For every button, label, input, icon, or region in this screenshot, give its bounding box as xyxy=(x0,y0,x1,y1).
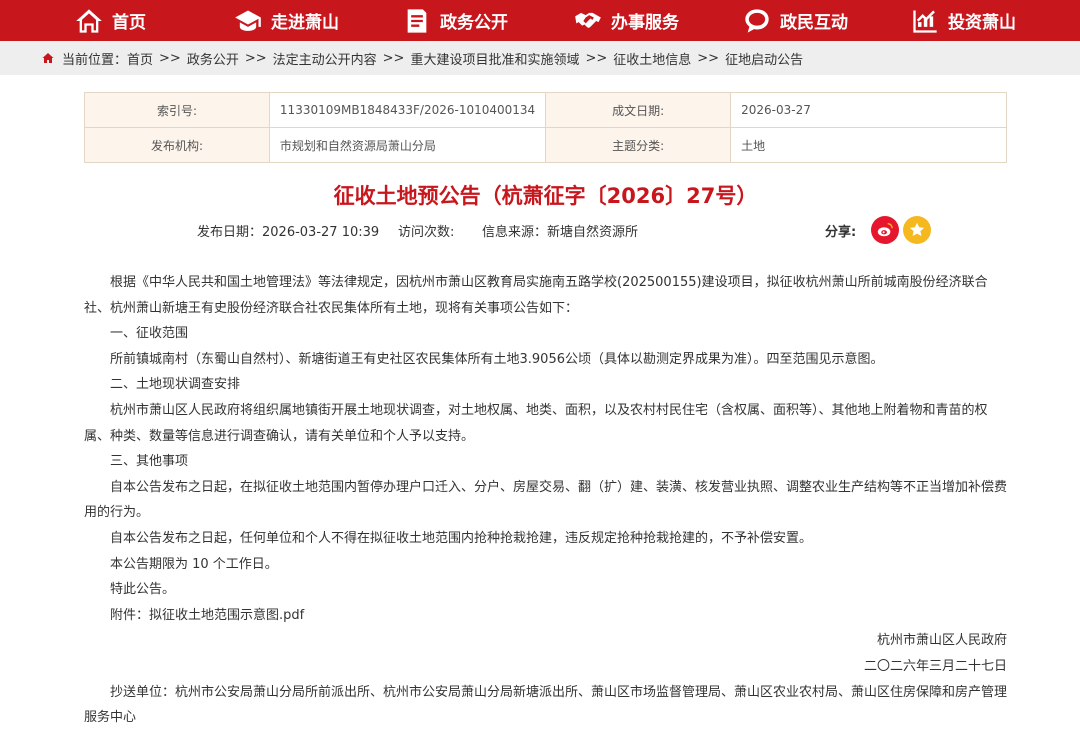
attachment-link[interactable]: 拟征收土地范围示意图.pdf xyxy=(149,608,304,623)
table-row: 索引号: 11330109MB1848433F/2026-1010400134 … xyxy=(84,92,1007,128)
article-title: 征收土地预公告（杭萧征字〔2026〕27号） xyxy=(333,184,758,208)
date-label: 成文日期: xyxy=(545,92,732,128)
nav-item-label: 首页 xyxy=(112,13,146,33)
paragraph: 本公告期限为 10 个工作日。 xyxy=(110,556,278,572)
handshake-icon xyxy=(574,7,602,35)
chat-icon xyxy=(743,7,771,35)
date-value: 2026-03-27 xyxy=(730,92,1007,128)
publish-date: 发布日期：2026-03-27 10:39 xyxy=(197,221,379,240)
nav-item-investment[interactable]: 投资萧山 xyxy=(911,0,1016,41)
breadcrumb-item-land-expropriation[interactable]: 征收土地信息 xyxy=(613,49,691,68)
nav-item-government-affairs[interactable]: 政务公开 xyxy=(403,0,508,41)
breadcrumb-item-government-affairs[interactable]: 政务公开 xyxy=(187,49,239,68)
breadcrumb-item-statutory-disclosure[interactable]: 法定主动公开内容 xyxy=(273,49,377,68)
breadcrumb-separator: >> xyxy=(159,50,181,66)
index-value: 11330109MB1848433F/2026-1010400134 xyxy=(268,92,547,128)
top-navigation: 首页 走进萧山 政务公开 办事服务 政民互动 投资萧山 xyxy=(0,0,1080,41)
home-icon xyxy=(75,7,103,35)
paragraph: 特此公告。 xyxy=(110,582,176,598)
org-label: 发布机构: xyxy=(84,127,270,163)
topic-label: 主题分类: xyxy=(545,127,732,163)
section-heading: 二、土地现状调查安排 xyxy=(110,377,241,393)
paragraph: 根据《中华人民共和国土地管理法》等法律规定，因杭州市萧山区教育局实施南五路学校(… xyxy=(84,275,988,316)
breadcrumb-item-current[interactable]: 征地启动公告 xyxy=(725,49,803,68)
source: 信息来源：新塘自然资源所 xyxy=(482,221,638,240)
index-label: 索引号: xyxy=(84,92,270,128)
nav-item-label: 投资萧山 xyxy=(948,13,1016,33)
metadata-table: 索引号: 11330109MB1848433F/2026-1010400134 … xyxy=(84,92,1007,163)
breadcrumb: 当前位置： 首页 >> 政务公开 >> 法定主动公开内容 >> 重大建设项目批准… xyxy=(0,41,1080,75)
chart-icon xyxy=(911,7,939,35)
cc-list: 抄送单位：杭州市公安局萧山分局所前派出所、杭州市公安局萧山分局新塘派出所、萧山区… xyxy=(84,684,1008,726)
favorite-share-button[interactable] xyxy=(903,216,931,244)
star-icon xyxy=(909,222,925,236)
publish-value: 2026-03-27 10:39 xyxy=(262,225,380,240)
document-icon xyxy=(403,7,431,35)
visits-label: 访问次数: xyxy=(398,225,455,240)
nav-item-about[interactable]: 走进萧山 xyxy=(234,0,339,41)
nav-item-label: 政民互动 xyxy=(780,13,848,33)
nav-item-label: 走进萧山 xyxy=(271,13,339,33)
paragraph: 杭州市萧山区人民政府将组织属地镇街开展土地现状调查，对土地权属、地类、面积，以及… xyxy=(84,402,988,444)
attachment-label: 附件： xyxy=(110,607,150,623)
hat-icon xyxy=(234,7,262,35)
breadcrumb-separator: >> xyxy=(244,50,267,66)
topic-value: 土地 xyxy=(730,127,1007,163)
section-heading: 三、其他事项 xyxy=(110,454,189,470)
breadcrumb-separator: >> xyxy=(382,50,405,66)
breadcrumb-separator: >> xyxy=(585,50,608,66)
breadcrumb-item-home[interactable]: 首页 xyxy=(127,49,153,68)
nav-item-label: 政务公开 xyxy=(440,13,508,33)
article-body: 根据《中华人民共和国土地管理法》等法律规定，因杭州市萧山区教育局实施南五路学校(… xyxy=(84,270,1007,731)
nav-item-label: 办事服务 xyxy=(611,13,679,33)
source-label: 信息来源： xyxy=(482,225,548,240)
paragraph: 自本公告发布之日起，在拟征收土地范围内暂停办理户口迁入、分户、房屋交易、翻（扩）… xyxy=(84,479,1008,521)
breadcrumb-separator: >> xyxy=(697,50,720,66)
breadcrumb-item-major-projects[interactable]: 重大建设项目批准和实施领域 xyxy=(410,49,579,68)
share-label: 分享: xyxy=(825,225,857,240)
breadcrumb-prefix: 当前位置： xyxy=(62,52,128,68)
paragraph: 所前镇城南村（东蜀山自然村）、新塘街道王有史社区农民集体所有土地3.9056公顷… xyxy=(110,351,884,367)
section-heading: 一、征收范围 xyxy=(110,326,189,342)
sign-date: 二〇二六年三月二十七日 xyxy=(863,658,1007,674)
nav-item-interaction[interactable]: 政民互动 xyxy=(743,0,848,41)
source-value: 新塘自然资源所 xyxy=(547,225,639,240)
publish-label: 发布日期： xyxy=(197,225,263,240)
nav-item-services[interactable]: 办事服务 xyxy=(574,0,679,41)
table-row: 发布机构: 市规划和自然资源局萧山分局 主题分类: 土地 xyxy=(84,127,1007,163)
weibo-share-button[interactable] xyxy=(871,216,899,244)
home-icon xyxy=(42,52,54,64)
nav-item-home[interactable]: 首页 xyxy=(75,0,146,41)
signer: 杭州市萧山区人民政府 xyxy=(876,633,1007,649)
weibo-icon xyxy=(877,222,893,237)
paragraph: 自本公告发布之日起，任何单位和个人不得在拟征收土地范围内抢种抢栽抢建，违反规定抢… xyxy=(110,530,813,546)
org-value: 市规划和自然资源局萧山分局 xyxy=(268,127,547,163)
attachment: 附件：拟征收土地范围示意图.pdf xyxy=(84,603,1007,629)
